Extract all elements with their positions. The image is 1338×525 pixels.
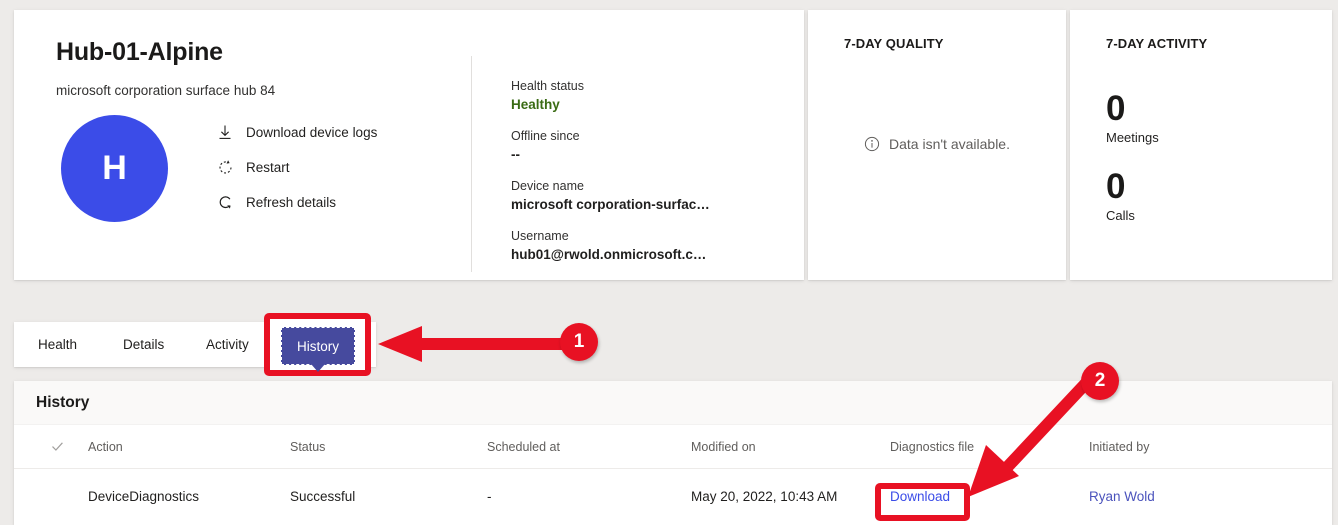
metric-caption: Meetings — [1106, 130, 1159, 145]
seven-day-activity-card: 7-DAY ACTIVITY 0 Meetings 0 Calls — [1070, 10, 1332, 280]
annotation-marker-2: 2 — [1081, 362, 1119, 400]
restart-button[interactable]: Restart — [214, 151, 444, 183]
column-header-status[interactable]: Status — [290, 425, 480, 468]
column-header-scheduled-at[interactable]: Scheduled at — [487, 425, 677, 468]
cell-scheduled-at: - — [487, 489, 492, 504]
fact-device-name: Device name microsoft corporation-surfac… — [511, 178, 761, 215]
fact-health-status: Health status Healthy — [511, 78, 761, 115]
device-model-subtitle: microsoft corporation surface hub 84 — [56, 83, 276, 98]
history-table-header: Action Status Scheduled at Modified on D… — [14, 425, 1332, 469]
fact-value: -- — [511, 147, 520, 162]
refresh-details-button[interactable]: Refresh details — [214, 186, 444, 218]
column-header-initiated-by[interactable]: Initiated by — [1089, 425, 1289, 468]
page-title: Hub-01-Alpine — [56, 38, 223, 66]
status-badge: Healthy — [511, 97, 560, 112]
column-header-modified-on[interactable]: Modified on — [691, 425, 901, 468]
action-label: Restart — [246, 159, 290, 175]
cell-status: Successful — [290, 489, 356, 504]
column-header-action[interactable]: Action — [88, 425, 278, 468]
metric-value: 0 — [1106, 89, 1126, 128]
download-icon — [214, 122, 236, 142]
seven-day-quality-card: 7-DAY QUALITY Data isn't available. — [808, 10, 1066, 280]
tab-health[interactable]: Health — [38, 322, 77, 367]
card-heading: 7-DAY QUALITY — [844, 36, 944, 51]
avatar: H — [61, 115, 168, 222]
fact-username: Username hub01@rwold.onmicrosoft.c… — [511, 228, 761, 265]
metric-meetings: 0 Meetings — [1106, 90, 1159, 148]
fact-label: Username — [511, 229, 569, 243]
tab-details[interactable]: Details — [123, 322, 164, 367]
device-overview-card: Hub-01-Alpine microsoft corporation surf… — [14, 10, 804, 280]
card-heading: 7-DAY ACTIVITY — [1106, 36, 1208, 51]
history-panel: History Action Status Scheduled at Modif… — [14, 381, 1332, 525]
no-data-message: Data isn't available. — [808, 136, 1066, 152]
device-actions-list: Download device logs Restart Refresh det… — [214, 116, 444, 221]
select-all-checkbox[interactable] — [50, 425, 80, 468]
checkmark-icon — [52, 442, 63, 451]
cell-initiated-by: Ryan Wold — [1089, 469, 1289, 524]
summary-cards-row: Hub-01-Alpine microsoft corporation surf… — [0, 0, 1338, 290]
annotation-marker-1: 1 — [560, 323, 598, 361]
initiated-by-link[interactable]: Ryan Wold — [1089, 489, 1155, 504]
action-label: Download device logs — [246, 124, 378, 140]
fact-label: Device name — [511, 179, 584, 193]
avatar-initial: H — [102, 149, 127, 187]
metric-value: 0 — [1106, 167, 1126, 206]
table-row[interactable]: DeviceDiagnostics Successful - May 20, 2… — [14, 469, 1332, 524]
fact-offline-since: Offline since -- — [511, 128, 761, 165]
action-label: Refresh details — [246, 194, 337, 210]
cell-action: DeviceDiagnostics — [88, 489, 200, 504]
tab-activity[interactable]: Activity — [206, 322, 249, 367]
fact-value: hub01@rwold.onmicrosoft.c… — [511, 247, 707, 262]
metric-caption: Calls — [1106, 208, 1135, 223]
metric-calls: 0 Calls — [1106, 168, 1135, 226]
history-title: History — [36, 394, 90, 411]
device-facts-list: Health status Healthy Offline since -- D… — [511, 78, 761, 278]
tab-history[interactable]: History — [281, 327, 355, 372]
highlight-box-download-link — [875, 483, 970, 521]
fact-value: microsoft corporation-surfac… — [511, 197, 710, 212]
column-header-diagnostics-file[interactable]: Diagnostics file — [890, 425, 1070, 468]
fact-label: Offline since — [511, 129, 580, 143]
no-data-text: Data isn't available. — [889, 136, 1010, 152]
card-divider — [471, 56, 472, 272]
restart-icon — [214, 157, 236, 177]
download-device-logs-button[interactable]: Download device logs — [214, 116, 444, 148]
fact-label: Health status — [511, 79, 584, 93]
annotation-arrow-1 — [378, 326, 564, 362]
history-panel-header: History — [14, 381, 1332, 425]
info-icon — [864, 136, 880, 152]
refresh-icon — [214, 192, 236, 212]
cell-modified-on: May 20, 2022, 10:43 AM — [691, 489, 838, 504]
